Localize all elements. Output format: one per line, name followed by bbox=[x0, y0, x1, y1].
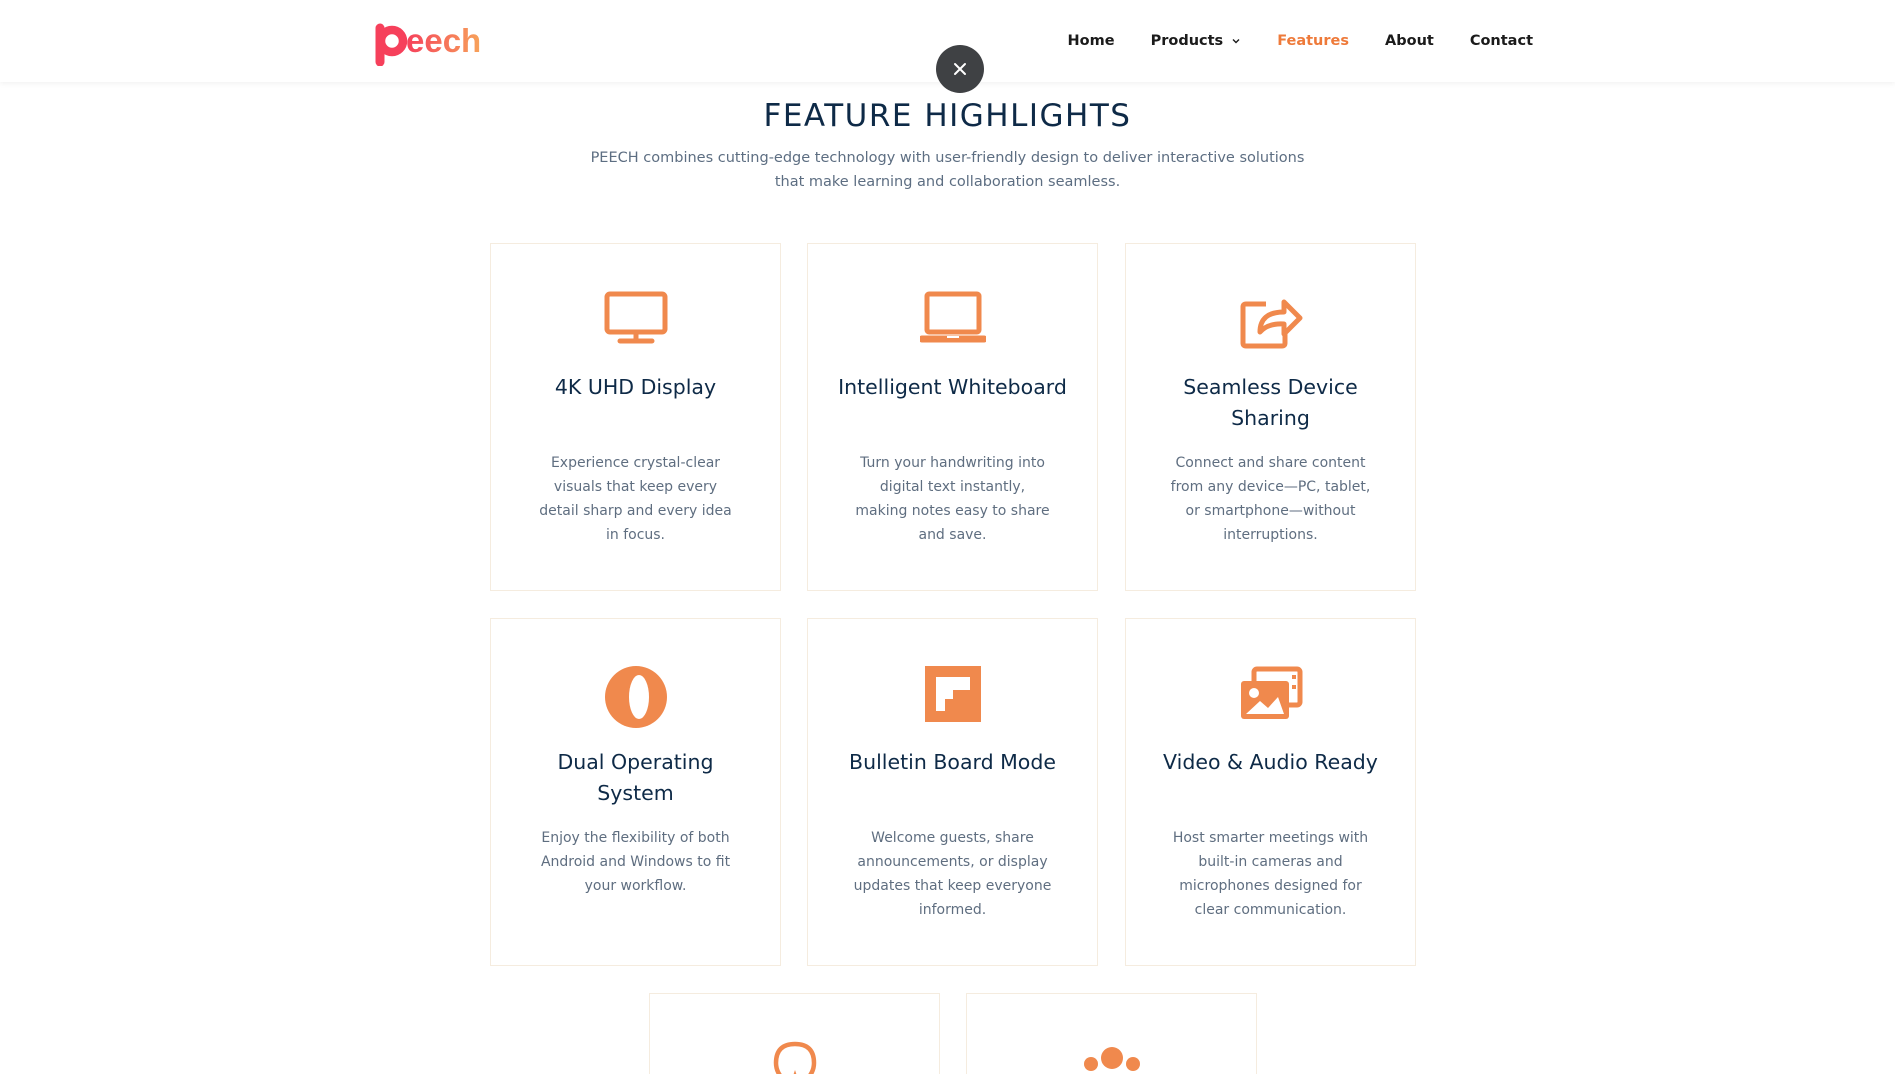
images-icon bbox=[1240, 666, 1302, 719]
feature-card-4k-display: 4K UHD Display Experience crystal-clear … bbox=[490, 243, 781, 591]
nav-features-label: Features bbox=[1277, 33, 1349, 49]
peech-logo-graphic: eech bbox=[375, 22, 481, 66]
feature-card-bulletin-board: Bulletin Board Mode Welcome guests, shar… bbox=[807, 618, 1098, 966]
feature-title: Intelligent Whiteboard bbox=[838, 375, 1067, 399]
feature-title: Video & Audio Ready bbox=[1163, 750, 1378, 774]
close-button[interactable] bbox=[936, 45, 984, 93]
feature-card-dual-os: Dual Operating System Enjoy the flexibil… bbox=[490, 618, 781, 966]
nav-products[interactable]: Products bbox=[1151, 33, 1242, 49]
feature-description: Turn your handwriting into digital text … bbox=[855, 455, 1050, 543]
opera-icon bbox=[604, 666, 667, 728]
feature-card-intelligent-whiteboard: Intelligent Whiteboard Turn your handwri… bbox=[807, 243, 1098, 591]
feature-title: Dual Operating System bbox=[557, 750, 714, 805]
peech-logo[interactable]: eech bbox=[372, 14, 492, 66]
nav-contact[interactable]: Contact bbox=[1470, 33, 1533, 49]
feature-card-partial-2 bbox=[966, 993, 1257, 1074]
feature-highlights-header: FEATURE HIGHLIGHTS PEECH combines cuttin… bbox=[0, 98, 1895, 194]
nav-contact-label: Contact bbox=[1469, 33, 1533, 49]
feature-card-video-audio: Video & Audio Ready Host smarter meeting… bbox=[1125, 618, 1416, 966]
nav-about[interactable]: About bbox=[1385, 33, 1434, 49]
nav-about-label: About bbox=[1385, 33, 1434, 49]
main-nav: Home Products Features About Contact bbox=[1068, 0, 1533, 82]
nav-home-label: Home bbox=[1067, 33, 1115, 49]
page-title: FEATURE HIGHLIGHTS bbox=[763, 98, 1132, 134]
feature-title: Bulletin Board Mode bbox=[849, 750, 1056, 774]
share-icon bbox=[1240, 299, 1302, 349]
svg-text:eech: eech bbox=[406, 22, 481, 59]
feature-description: Connect and share content from any devic… bbox=[1170, 455, 1371, 543]
feature-description: Enjoy the flexibility of both Android an… bbox=[540, 830, 731, 894]
nav-products-label: Products bbox=[1150, 33, 1224, 49]
page-subtitle: PEECH combines cutting-edge technology w… bbox=[590, 150, 1305, 190]
feature-card-device-sharing: Seamless Device Sharing Connect and shar… bbox=[1125, 243, 1416, 591]
feature-description: Welcome guests, share announcements, or … bbox=[853, 830, 1052, 918]
feature-card-partial-1 bbox=[649, 993, 940, 1074]
nav-home[interactable]: Home bbox=[1068, 33, 1115, 49]
flipboard-icon bbox=[924, 666, 981, 722]
nav-features[interactable]: Features bbox=[1277, 33, 1349, 49]
monitor-icon bbox=[604, 291, 667, 344]
feature-description: Experience crystal-clear visuals that ke… bbox=[539, 455, 732, 543]
feature-description: Host smarter meetings with built-in came… bbox=[1172, 830, 1369, 918]
laptop-icon bbox=[919, 291, 986, 343]
lightbulb-icon bbox=[773, 1041, 816, 1074]
close-icon bbox=[954, 63, 966, 75]
feature-title: Seamless Device Sharing bbox=[1183, 375, 1358, 430]
users-icon bbox=[1083, 1047, 1140, 1071]
chevron-down-icon bbox=[1232, 39, 1240, 44]
feature-title: 4K UHD Display bbox=[554, 375, 717, 399]
